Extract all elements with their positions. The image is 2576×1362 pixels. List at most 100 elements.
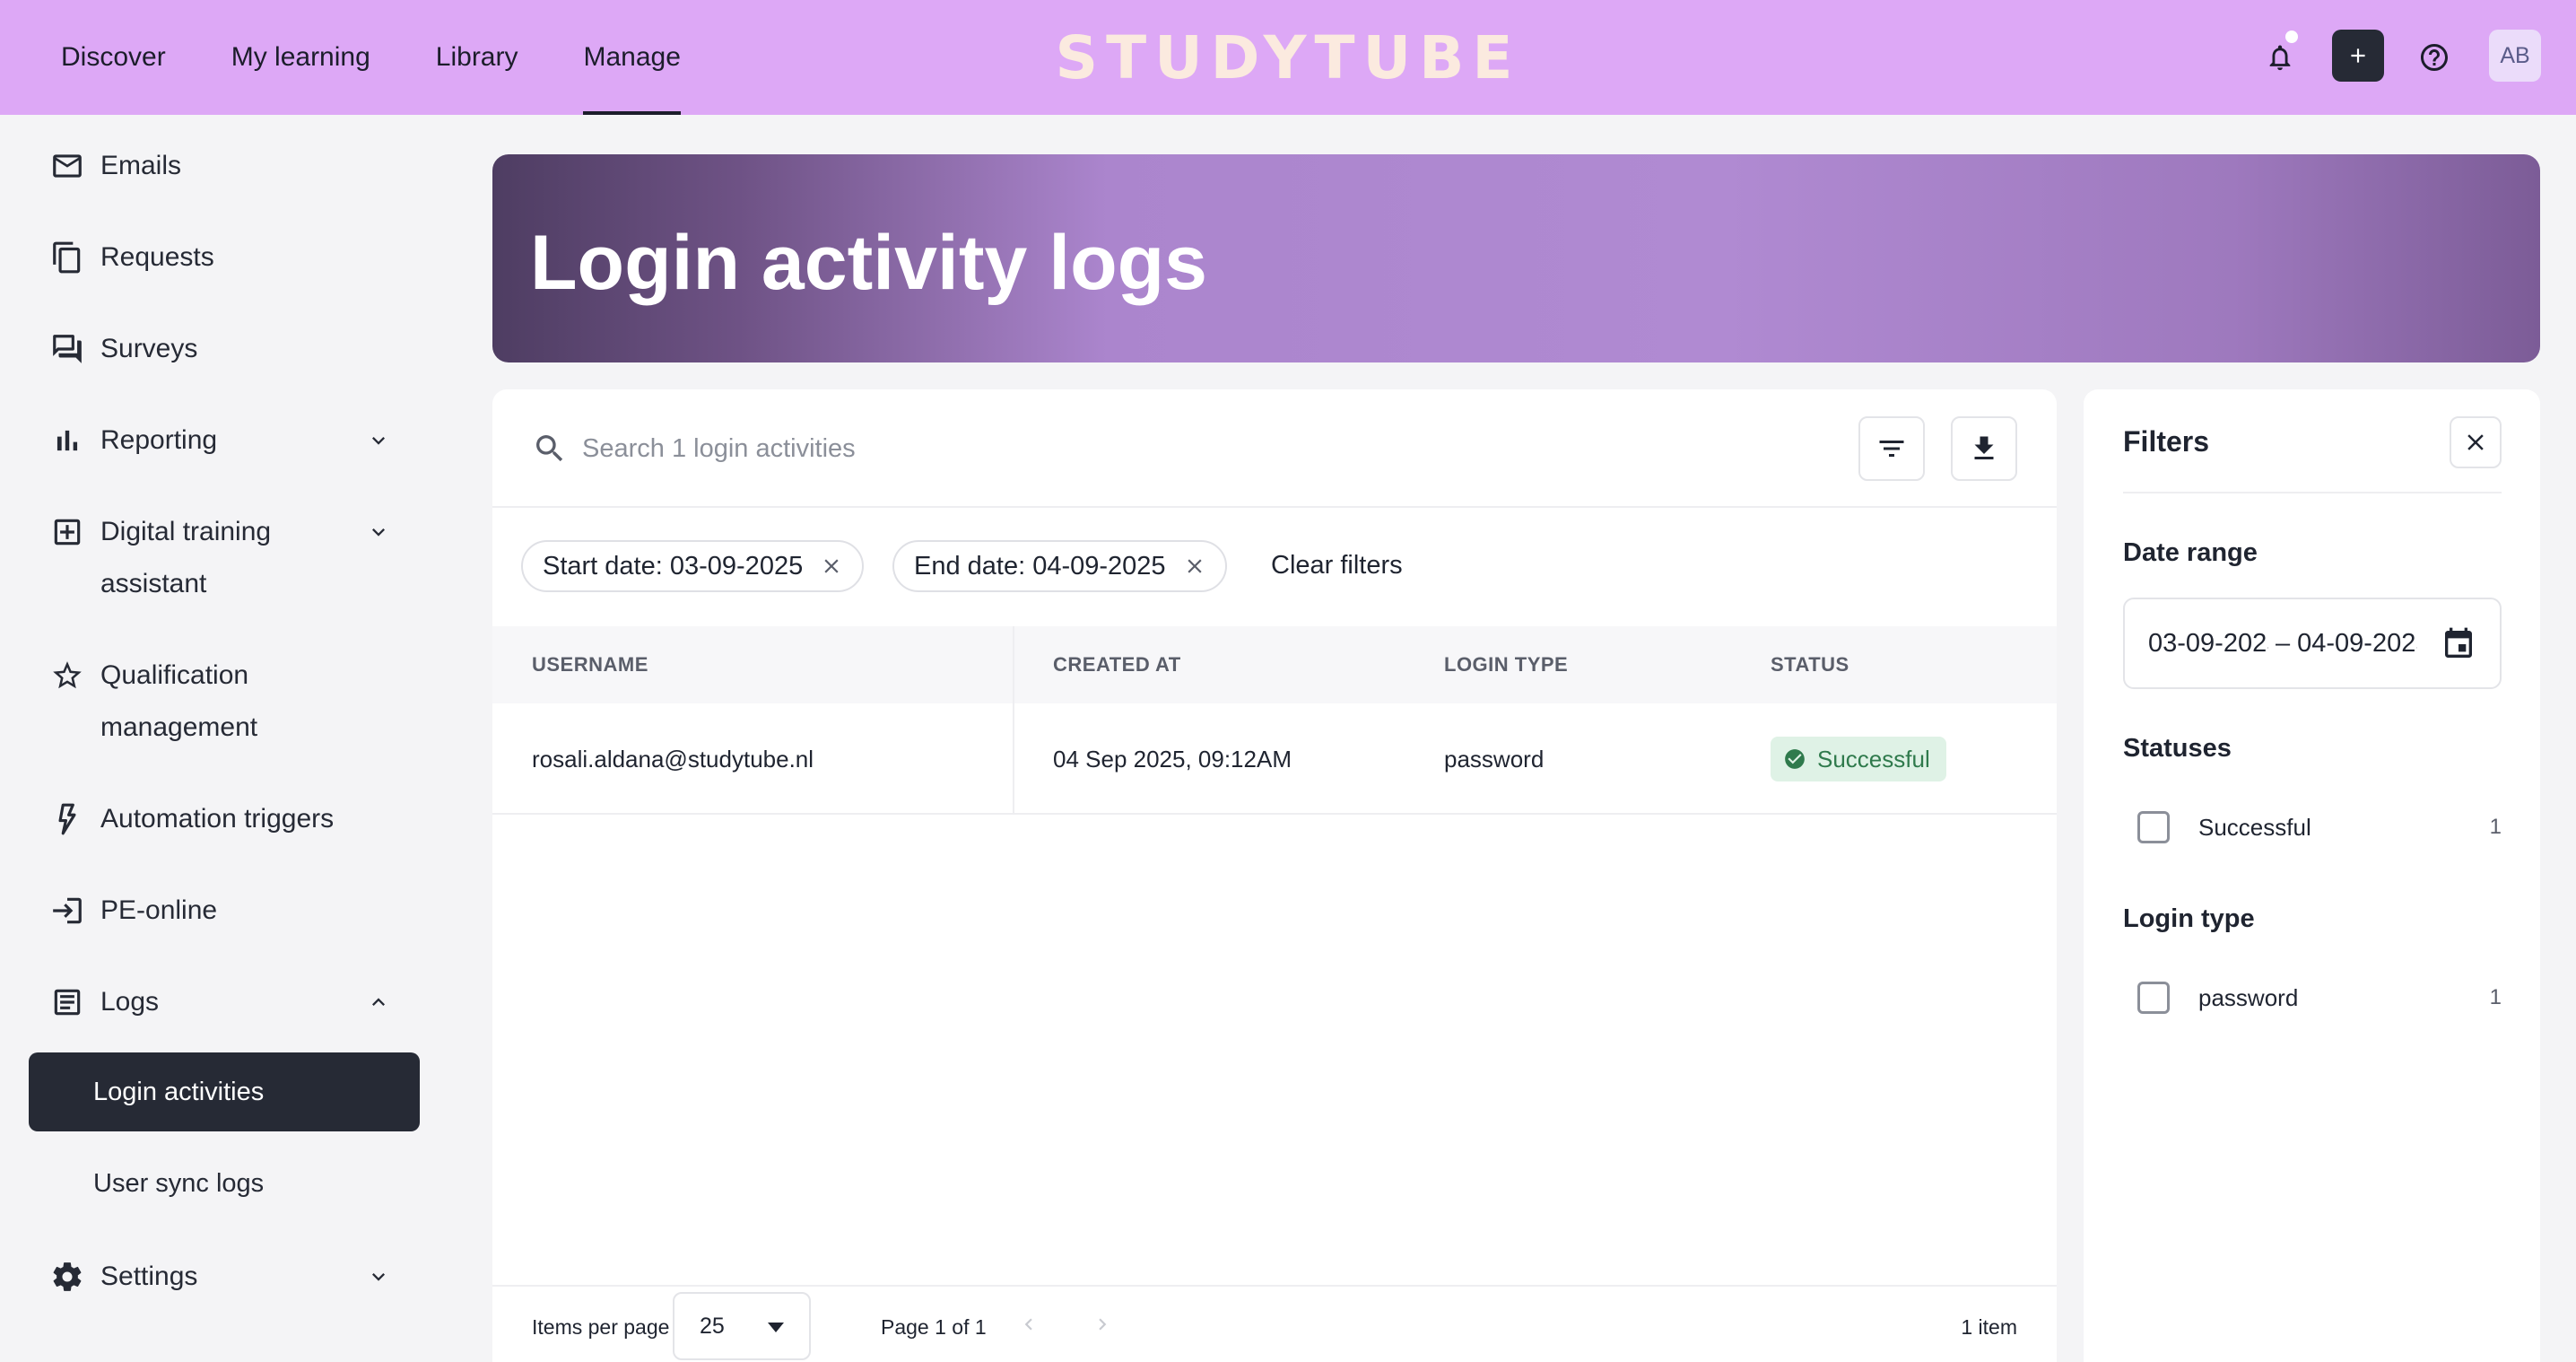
- check-circle-icon: [1785, 749, 1805, 769]
- calendar-icon[interactable]: [2441, 626, 2476, 662]
- items-per-page-select[interactable]: 25: [673, 1292, 811, 1360]
- create-plus-button[interactable]: [2332, 30, 2384, 82]
- topnav-discover[interactable]: Discover: [61, 0, 166, 115]
- filter-chip-end-date: End date: 04-09-2025: [892, 540, 1227, 592]
- chevron-down-icon[interactable]: [362, 1261, 395, 1293]
- bolt-icon: [50, 802, 84, 836]
- copy-icon: [50, 240, 84, 275]
- previous-page-icon[interactable]: [1014, 1310, 1043, 1339]
- sidebar-subitem-user-sync-logs[interactable]: User sync logs: [29, 1144, 420, 1223]
- studytube-logo[interactable]: STUDYTUBE: [1056, 20, 1513, 95]
- chat-icon: [50, 332, 84, 366]
- sidebar-item-label: Logs: [100, 987, 160, 1017]
- column-header-username[interactable]: USERNAME: [532, 626, 648, 703]
- login-type-heading: Login type: [2123, 904, 2255, 933]
- notifications-bell-icon[interactable]: [2257, 34, 2303, 81]
- option-label: Successful: [2198, 813, 2311, 841]
- filter-chip-start-date: Start date: 03-09-2025: [521, 540, 865, 592]
- active-filters: Start date: 03-09-2025 End date: 04-09-2…: [492, 508, 2057, 626]
- cell-created-at: 04 Sep 2025, 09:12AM: [1053, 745, 1292, 773]
- close-icon[interactable]: [1182, 554, 1207, 579]
- help-icon[interactable]: [2411, 34, 2458, 81]
- sidebar-item-label: Emails: [100, 151, 182, 180]
- download-button[interactable]: [1951, 416, 2017, 481]
- sidebar-item-label: Qualification management: [100, 660, 258, 742]
- filter-list-icon: [1875, 432, 1908, 465]
- sidebar-item-label: Surveys: [100, 334, 198, 363]
- chevron-down-icon[interactable]: [362, 424, 395, 457]
- topnav-manage[interactable]: Manage: [583, 0, 682, 115]
- login-activities-card: Start date: 03-09-2025 End date: 04-09-2…: [492, 389, 2057, 1362]
- top-bar: Discover My learning Library Manage STUD…: [0, 0, 2576, 115]
- option-count: 1: [2489, 985, 2502, 1009]
- login-icon: [50, 894, 84, 928]
- chevron-up-icon[interactable]: [362, 986, 395, 1018]
- star-icon: [50, 659, 84, 693]
- search-toolbar: [492, 389, 2057, 508]
- sidebar-item-automation-triggers[interactable]: Automation triggers: [50, 793, 334, 845]
- mail-icon: [50, 149, 84, 183]
- search-input[interactable]: [582, 425, 1389, 472]
- sidebar-item-qualification-management[interactable]: Qualification management: [50, 650, 257, 754]
- log-icon: [50, 985, 84, 1019]
- login-type-option-password: password 1: [2137, 980, 2502, 1016]
- user-avatar[interactable]: AB: [2489, 30, 2541, 82]
- login-type-password-checkbox[interactable]: [2137, 982, 2170, 1014]
- sidebar: Emails Requests Surveys Reporting Digita…: [0, 115, 439, 1362]
- status-badge: Successful: [1771, 737, 1946, 781]
- total-items-count: 1 item: [1961, 1315, 2017, 1339]
- page-banner: Login activity logs: [492, 154, 2540, 362]
- table-header: USERNAME CREATED AT LOGIN TYPE STATUS: [492, 626, 2057, 703]
- sidebar-item-emails[interactable]: Emails: [50, 140, 181, 192]
- topnav-my-learning[interactable]: My learning: [231, 0, 370, 115]
- sidebar-item-label: Reporting: [100, 425, 218, 455]
- top-nav: Discover My learning Library Manage: [61, 0, 746, 115]
- topnav-library[interactable]: Library: [436, 0, 518, 115]
- sidebar-item-surveys[interactable]: Surveys: [50, 323, 197, 375]
- column-header-created-at[interactable]: CREATED AT: [1053, 626, 1181, 703]
- next-page-icon[interactable]: [1088, 1310, 1117, 1339]
- sidebar-item-label: Settings: [100, 1262, 198, 1291]
- date-range-end[interactable]: 04-09-2025: [2297, 629, 2417, 659]
- option-label: password: [2198, 983, 2299, 1011]
- filter-toggle-button[interactable]: [1858, 416, 1925, 481]
- column-header-login-type[interactable]: LOGIN TYPE: [1444, 626, 1568, 703]
- table-row[interactable]: rosali.aldana@studytube.nl 04 Sep 2025, …: [492, 703, 2057, 815]
- chevron-down-icon[interactable]: [362, 516, 395, 548]
- download-icon: [1968, 432, 2000, 465]
- date-range-start[interactable]: 03-09-2025: [2148, 629, 2268, 659]
- sidebar-item-pe-online[interactable]: PE-online: [50, 885, 217, 937]
- clear-filters-button[interactable]: Clear filters: [1271, 551, 1403, 581]
- date-range-separator: –: [2276, 628, 2291, 658]
- items-per-page-label: Items per page: [532, 1315, 670, 1339]
- cell-username: rosali.aldana@studytube.nl: [532, 745, 814, 773]
- sidebar-item-label: Automation triggers: [100, 804, 335, 834]
- add-box-icon: [50, 515, 84, 549]
- date-range-heading: Date range: [2123, 538, 2258, 567]
- sidebar-item-label: Requests: [100, 242, 214, 272]
- statuses-heading: Statuses: [2123, 734, 2232, 763]
- sidebar-item-settings[interactable]: Settings: [50, 1251, 197, 1303]
- close-filters-button[interactable]: [2450, 416, 2502, 468]
- page-title: Login activity logs: [530, 220, 1207, 306]
- status-option-successful: Successful 1: [2137, 809, 2502, 845]
- divider: [2123, 492, 2502, 493]
- sidebar-subitem-login-activities[interactable]: Login activities: [29, 1052, 420, 1131]
- sidebar-item-digital-training-assistant[interactable]: Digital training assistant: [50, 506, 271, 610]
- status-successful-checkbox[interactable]: [2137, 811, 2170, 843]
- pagination-footer: Items per page 25 Page 1 of 1 1 item: [492, 1285, 2057, 1362]
- date-range-field[interactable]: 03-09-2025 – 04-09-2025: [2123, 598, 2502, 689]
- cell-login-type: password: [1444, 745, 1545, 773]
- sidebar-item-reporting[interactable]: Reporting: [50, 415, 217, 467]
- chip-label: End date: 04-09-2025: [914, 551, 1166, 581]
- sidebar-item-requests[interactable]: Requests: [50, 231, 214, 284]
- close-icon[interactable]: [819, 554, 844, 579]
- filters-panel: Filters Date range 03-09-2025 – 04-09-20…: [2084, 389, 2540, 1362]
- bar-chart-icon: [50, 423, 84, 458]
- gear-icon: [50, 1260, 84, 1294]
- notification-dot: [2285, 31, 2298, 43]
- sidebar-item-logs[interactable]: Logs: [50, 976, 159, 1028]
- sidebar-item-label: PE-online: [100, 895, 218, 925]
- column-header-status[interactable]: STATUS: [1771, 626, 1849, 703]
- search-icon: [532, 431, 568, 467]
